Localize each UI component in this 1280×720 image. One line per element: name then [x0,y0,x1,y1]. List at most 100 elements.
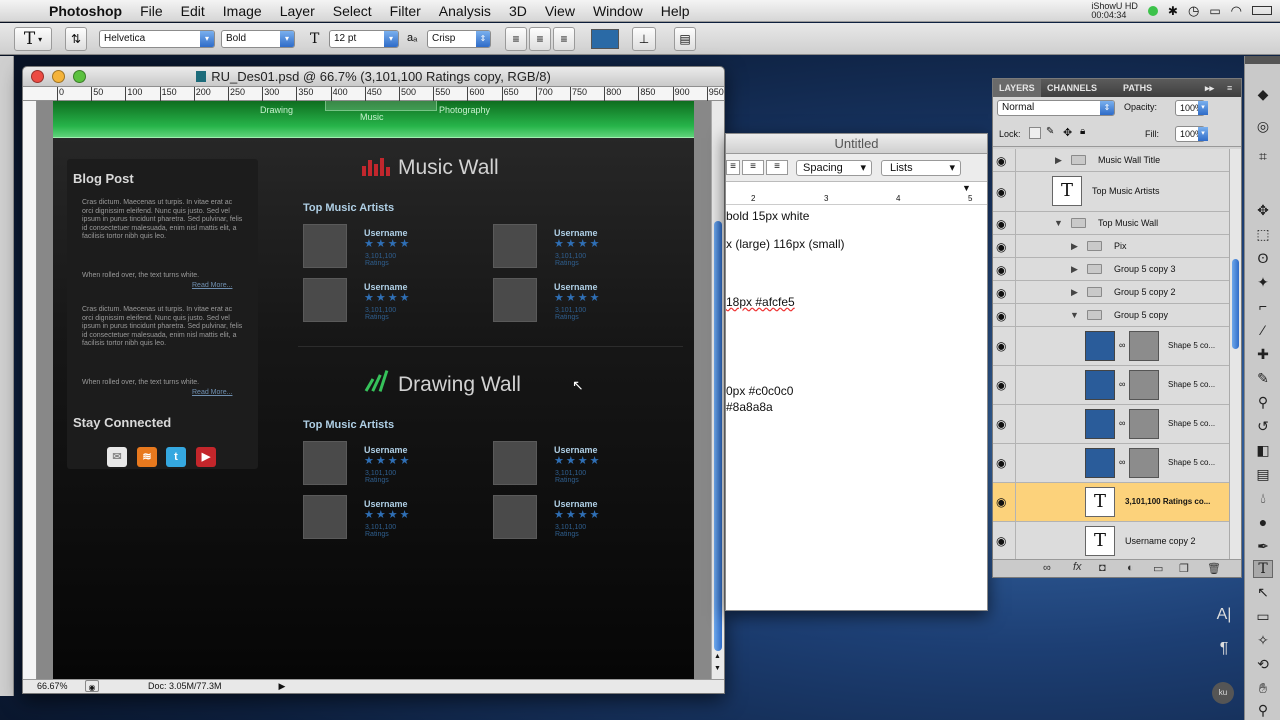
close-window-icon[interactable] [31,70,44,83]
panel-menu-icon[interactable]: ▸▸ [1199,79,1220,97]
menu-help[interactable]: Help [652,3,699,19]
scroll-thumb[interactable] [1232,259,1239,349]
recorder-clock[interactable]: iShowU HD 00:04:34 [1091,1,1138,20]
note-line-5[interactable]: #8a8a8a [726,400,773,414]
menu-view[interactable]: View [536,3,584,19]
document-titlebar[interactable]: RU_Des01.psd @ 66.7% (3,101,100 Ratings … [23,67,724,87]
eye-icon[interactable]: ◉ [996,185,1006,199]
lock-position-icon[interactable]: ✥ [1063,126,1072,139]
align-left-button[interactable]: ≡ [505,27,527,51]
text-orientation-icon[interactable]: ⇅ [65,27,87,51]
collapse-arrow-icon[interactable]: ▼ [1054,218,1063,228]
twitter-icon[interactable]: t [166,447,186,467]
vertical-ruler[interactable] [23,101,37,679]
layer-row[interactable]: ◉ ▶ Music Wall Title [993,149,1229,172]
textedit-title[interactable]: Untitled [726,134,987,154]
menu-analysis[interactable]: Analysis [430,3,500,19]
layer-row[interactable]: ◉ ▶ Pix [993,235,1229,258]
layer-row-selected[interactable]: ◉ T 3,101,100 Ratings co... [993,483,1229,522]
time-machine-icon[interactable]: ◷ [1188,3,1199,19]
move-tool-icon[interactable]: ✥ [1253,202,1273,219]
scroll-up-icon[interactable]: ▲ [714,653,721,660]
character-panel-icon[interactable]: ▤ [674,27,696,51]
expand-arrow-icon[interactable]: ▶ [1071,241,1078,252]
tab-layers[interactable]: LAYERS [993,79,1041,97]
status-arrow-icon[interactable]: ▶ [275,680,289,693]
layer-row[interactable]: ◉ ▼ Group 5 copy [993,304,1229,327]
crop-tool-icon[interactable]: ⌐ [1253,298,1273,314]
zoom-tool-icon[interactable]: ⚲ [1253,702,1273,719]
menu-filter[interactable]: Filter [381,3,430,19]
note-line-2[interactable]: x (large) 116px (small) [726,237,844,251]
bluetooth-icon[interactable]: ✱ [1168,4,1178,18]
tab-channels[interactable]: CHANNELS [1041,79,1103,97]
eye-icon[interactable]: ◉ [996,417,1006,431]
adjustment-layer-icon[interactable]: ◐ [1127,562,1134,574]
minimize-window-icon[interactable] [52,70,65,83]
layer-row[interactable]: ◉ T Top Music Artists [993,172,1229,212]
3d-object-icon[interactable]: ✧ [1253,632,1273,649]
align-center-button[interactable]: ≡ [529,27,551,51]
note-line-4[interactable]: 0px #c0c0c0 [726,384,793,398]
layers-scrollbar[interactable] [1229,149,1241,559]
clone-stamp-icon[interactable]: ⚲ [1253,394,1273,411]
type-tool-preset-button[interactable]: T ▾ [14,27,52,51]
eye-icon[interactable]: ◉ [996,309,1006,323]
align-right-button[interactable]: ≡ [553,27,575,51]
eye-icon[interactable]: ◉ [996,339,1006,353]
add-mask-icon[interactable]: ◘ [1099,562,1106,574]
layer-row[interactable]: ◉ ▶ Group 5 copy 3 [993,258,1229,281]
canvas-area[interactable]: Drawing Music Photography Blog Post Cras… [37,101,711,679]
menu-edit[interactable]: Edit [172,3,214,19]
paragraph-panel-icon[interactable]: ¶ [1210,640,1238,658]
magic-wand-icon[interactable]: ✦ [1253,274,1273,291]
chevron-down-icon[interactable]: ▾ [1198,127,1208,141]
eye-icon[interactable]: ◉ [996,378,1006,392]
youtube-icon[interactable]: ▶ [196,447,216,467]
menu-3d[interactable]: 3D [500,3,536,19]
eye-icon[interactable]: ◉ [996,456,1006,470]
rss-icon[interactable]: ≋ [137,447,157,467]
layer-row[interactable]: ◉ ∞ Shape 5 co... [993,405,1229,444]
read-more-link-2[interactable]: Read More... [192,389,232,396]
artist-username[interactable]: Username [554,228,598,238]
eraser-icon[interactable]: ◧ [1253,442,1273,459]
crop-3d-icon[interactable]: ⌗ [1253,148,1273,165]
artist-thumbnail[interactable] [303,224,347,268]
textedit-ruler[interactable]: 2 3 4 5 ▼ [726,183,987,205]
lasso-tool-icon[interactable]: ʘ [1253,250,1273,266]
antialias-select[interactable]: Crisp ⇕ [427,30,491,48]
artist-thumbnail[interactable] [493,278,537,322]
artist-username[interactable]: Username [364,499,408,509]
artist-thumbnail[interactable] [303,495,347,539]
eyedropper-icon[interactable]: ⁄ [1253,322,1273,338]
artist-username[interactable]: Username [554,499,598,509]
lists-select[interactable]: Lists ▾ [881,160,961,176]
layer-row[interactable]: ◉ ∞ Shape 5 co... [993,366,1229,405]
eye-icon[interactable]: ◉ [996,240,1006,254]
spacing-select[interactable]: Spacing ▾ [796,160,872,176]
zoom-window-icon[interactable] [73,70,86,83]
web-design-mockup[interactable]: Drawing Music Photography Blog Post Cras… [53,101,694,679]
layer-row[interactable]: ◉ ▶ Group 5 copy 2 [993,281,1229,304]
hand-tool-icon[interactable]: ✋︎ [1253,680,1273,697]
record-status-icon[interactable] [1147,5,1158,16]
eye-icon[interactable]: ◉ [996,154,1006,168]
note-line-1[interactable]: bold 15px white [726,209,809,223]
eye-icon[interactable]: ◉ [996,286,1006,300]
trash-icon[interactable]: 🗑︎ [1207,562,1221,575]
text-color-swatch[interactable] [591,29,619,49]
menu-select[interactable]: Select [324,3,381,19]
tab-paths[interactable]: PATHS [1117,79,1158,97]
eye-icon[interactable]: ◉ [996,217,1006,231]
artist-thumbnail[interactable] [493,441,537,485]
horizontal-ruler[interactable]: 0 50 100 150 200 250 300 350 400 450 500 550 600 650 7… [23,87,724,101]
lock-pixels-icon[interactable]: ✎ [1046,126,1054,137]
warp-text-icon[interactable]: ⊥ [632,27,656,51]
lock-transparency-icon[interactable] [1029,127,1041,139]
artist-username[interactable]: Username [364,445,408,455]
font-family-select[interactable]: Helvetica ▾ [99,30,215,48]
artist-thumbnail[interactable] [493,495,537,539]
artist-username[interactable]: Username [554,445,598,455]
expand-arrow-icon[interactable]: ▶ [1071,287,1078,298]
